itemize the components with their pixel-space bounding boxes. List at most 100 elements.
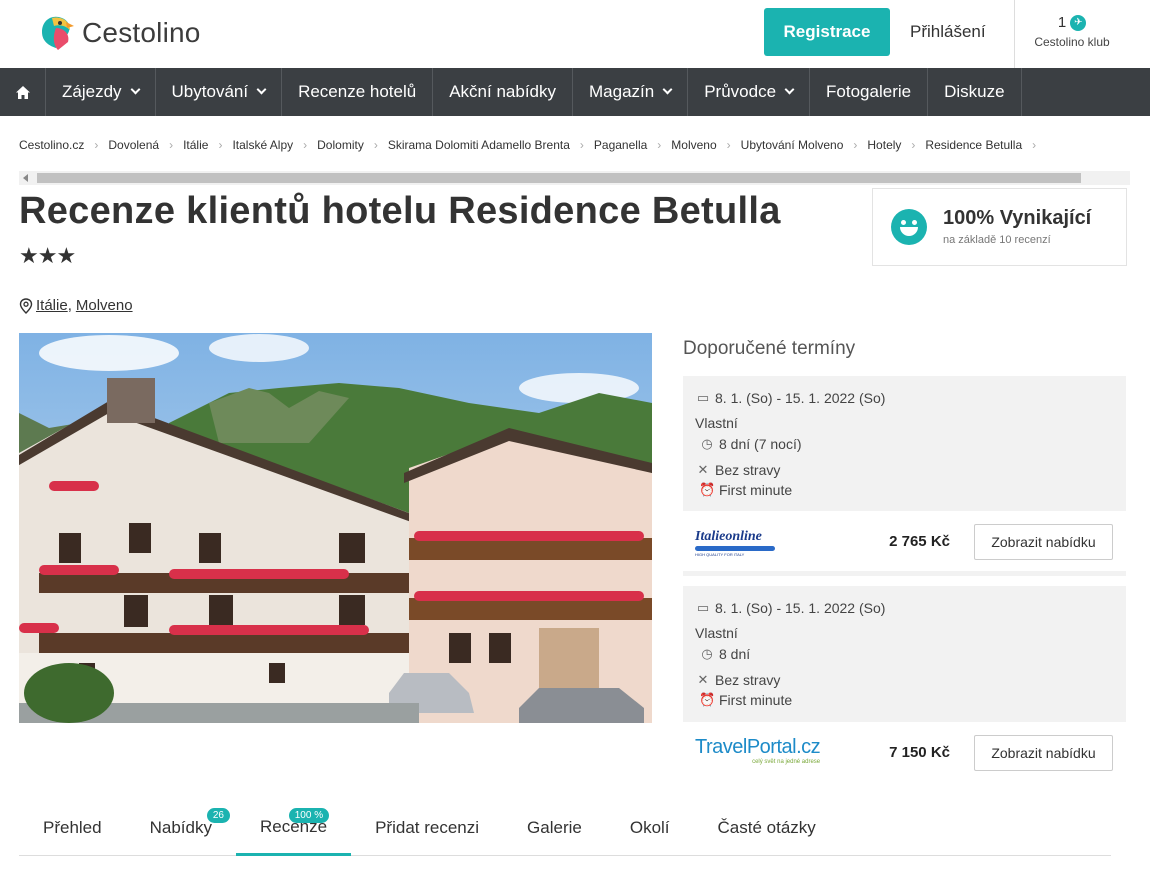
nav-home[interactable] (0, 68, 46, 116)
chevron-right-icon: › (94, 138, 99, 152)
nav-pruvodce[interactable]: Průvodce (688, 68, 811, 116)
offer-deal: First minute (719, 692, 793, 708)
nav-ubytovani[interactable]: Ubytování (156, 68, 283, 116)
nav-label: Ubytování (171, 82, 249, 101)
tab-nabidky[interactable]: Nabídky 26 (126, 800, 236, 856)
location: Itálie, Molveno (19, 297, 133, 314)
offer-type: Vlastní (695, 415, 738, 431)
divider (1014, 0, 1015, 68)
offer-footer: TravelPortal.cz celý svět na jedné adres… (683, 722, 1126, 782)
chevron-right-icon: › (853, 138, 858, 152)
offers-title: Doporučené termíny (683, 338, 856, 359)
home-icon (15, 85, 30, 99)
breadcrumb-link[interactable]: Skirama Dolomiti Adamello Brenta (388, 138, 570, 152)
chevron-right-icon: › (579, 138, 584, 152)
agency-logo[interactable]: Italieonline HIGH QUALITY FOR ITALY (695, 529, 775, 557)
tab-label: Přehled (43, 818, 102, 837)
rating-box: 100% Vynikající na základě 10 recenzí (872, 188, 1127, 266)
hotel-stars: ★★★ (19, 243, 76, 268)
offer-board-row: ✕ Bez stravy (695, 460, 1114, 480)
tab-pridat-recenzi[interactable]: Přidat recenzi (351, 800, 503, 856)
alarm-clock-icon: ⏰ (699, 482, 716, 497)
chevron-right-icon: › (726, 138, 731, 152)
offer-footer: Italieonline HIGH QUALITY FOR ITALY 2 76… (683, 511, 1126, 571)
breadcrumb-link[interactable]: Italské Alpy (232, 138, 293, 152)
nav-diskuze[interactable]: Diskuze (928, 68, 1022, 116)
nav-label: Diskuze (944, 82, 1005, 101)
agency-name: TravelPortal.cz (695, 736, 821, 758)
offer-deal: First minute (719, 482, 793, 498)
agency-logo[interactable]: TravelPortal.cz celý svět na jedné adres… (695, 736, 821, 765)
offer-dates-row: ▭ 8. 1. (So) - 15. 1. 2022 (So) (695, 598, 1114, 618)
main-nav: Zájezdy Ubytování Recenze hotelů Akční n… (0, 68, 1150, 116)
clock-icon: ◷ (701, 436, 713, 451)
nav-fotogalerie[interactable]: Fotogalerie (810, 68, 929, 116)
nav-akcni-nabidky[interactable]: Akční nabídky (433, 68, 573, 116)
club-link[interactable]: 1 ✈ Cestolino klub (1030, 14, 1114, 49)
rating-value: 100% Vynikající (943, 207, 1092, 229)
content-tabs: Přehled Nabídky 26 Recenze 100 % Přidat re… (19, 800, 1111, 856)
clock-icon: ◷ (701, 646, 713, 661)
tab-okoli[interactable]: Okolí (606, 800, 694, 856)
show-offer-button[interactable]: Zobrazit nabídku (974, 524, 1113, 560)
calendar-icon: ▭ (696, 390, 710, 405)
breadcrumb-link[interactable]: Dolomity (317, 138, 364, 152)
plane-icon: ✈ (1070, 14, 1087, 31)
breadcrumb-scrollbar[interactable] (19, 171, 1130, 185)
breadcrumb-link[interactable]: Dovolená (108, 138, 159, 152)
chevron-down-icon (662, 84, 673, 95)
breadcrumb: Cestolino.cz › Dovolená › Itálie › Italské … (19, 138, 1046, 152)
chevron-right-icon: › (657, 138, 662, 152)
offer-board: Bez stravy (715, 462, 781, 478)
tab-caste-otazky[interactable]: Časté otázky (694, 800, 840, 856)
club-count: 1 (1057, 14, 1067, 31)
tab-label: Okolí (629, 818, 670, 837)
top-bar: Cestolino Registrace Přihlášení 1 ✈ Cest… (0, 0, 1150, 68)
nav-magazin[interactable]: Magazín (573, 68, 689, 116)
location-country-link[interactable]: Itálie (36, 297, 68, 314)
offer-duration-row: ◷ 8 dní (7 nocí) (695, 434, 1114, 454)
offer-board: Bez stravy (715, 672, 781, 688)
logo[interactable]: Cestolino (36, 12, 201, 54)
offer-dates: 8. 1. (So) - 15. 1. 2022 (So) (715, 600, 886, 616)
breadcrumb-link[interactable]: Itálie (183, 138, 208, 152)
breadcrumb-link[interactable]: Paganella (594, 138, 647, 152)
show-offer-button[interactable]: Zobrazit nabídku (974, 735, 1113, 771)
offer-duration-row: ◷ 8 dní (695, 644, 1114, 664)
agency-name: Italieonline (695, 529, 762, 544)
breadcrumb-link[interactable]: Ubytování Molveno (741, 138, 844, 152)
nav-recenze-hotelu[interactable]: Recenze hotelů (282, 68, 434, 116)
tab-prehled[interactable]: Přehled (19, 800, 126, 856)
chevron-down-icon (130, 84, 140, 95)
hotel-photo-illustration (19, 333, 652, 723)
location-separator: , (67, 297, 72, 314)
offer-price: 7 150 Kč (889, 743, 950, 761)
tab-galerie[interactable]: Galerie (503, 800, 606, 856)
smiley-icon (891, 209, 927, 245)
tab-recenze[interactable]: Recenze 100 % (235, 800, 352, 856)
offer-type: Vlastní (695, 625, 738, 641)
hotel-photo[interactable] (19, 333, 652, 723)
scroll-left-icon[interactable] (23, 174, 28, 182)
location-city-link[interactable]: Molveno (76, 297, 133, 314)
tab-badge: 100 % (288, 808, 330, 823)
offer-duration: 8 dní (7 nocí) (719, 436, 802, 452)
page-title: Recenze klientů hotelu Residence Betulla (19, 190, 781, 232)
scrollbar-thumb[interactable] (37, 173, 1081, 183)
breadcrumb-current: Residence Betulla (925, 138, 1023, 152)
login-link[interactable]: Přihlášení (910, 22, 986, 42)
register-button[interactable]: Registrace (764, 8, 890, 56)
calendar-icon: ▭ (696, 600, 710, 615)
breadcrumb-link[interactable]: Hotely (867, 138, 901, 152)
offer-deal-row: ⏰ First minute (695, 690, 1114, 710)
offer-price: 2 765 Kč (889, 532, 950, 550)
chevron-right-icon: › (218, 138, 223, 152)
offer-board-row: ✕ Bez stravy (695, 670, 1114, 690)
offer-card: ▭ 8. 1. (So) - 15. 1. 2022 (So) Vlastní ◷… (683, 376, 1126, 576)
nav-label: Recenze hotelů (298, 82, 417, 101)
club-label: Cestolino klub (1034, 35, 1110, 49)
breadcrumb-link[interactable]: Cestolino.cz (19, 138, 84, 152)
map-pin-icon (19, 297, 33, 314)
nav-zajezdy[interactable]: Zájezdy (46, 68, 156, 116)
breadcrumb-link[interactable]: Molveno (671, 138, 716, 152)
